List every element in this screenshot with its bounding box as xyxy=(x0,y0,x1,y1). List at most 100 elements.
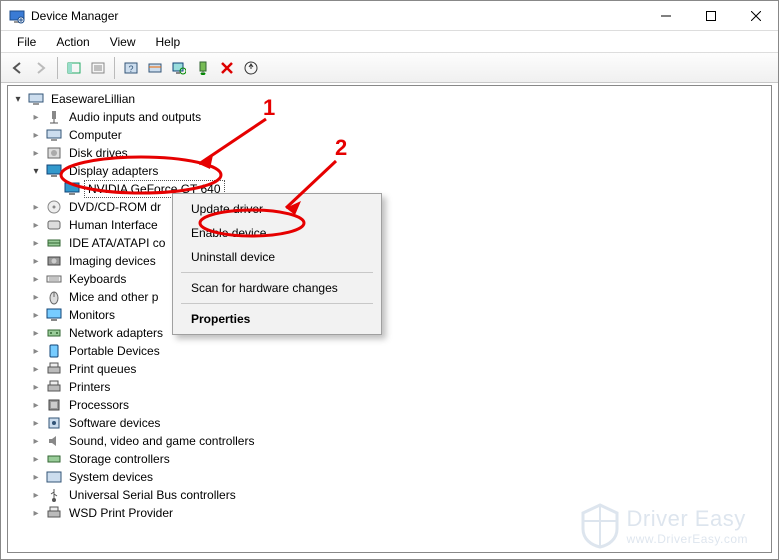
tree-device-selected[interactable]: NVIDIA GeForce GT 640 xyxy=(48,180,771,198)
ctx-enable-device[interactable]: Enable device xyxy=(173,221,381,245)
tree-category[interactable]: Mice and other p xyxy=(30,288,771,306)
expand-toggle-icon[interactable] xyxy=(30,111,42,123)
category-label: IDE ATA/ATAPI co xyxy=(66,235,168,251)
tree-category[interactable]: Portable Devices xyxy=(30,342,771,360)
expand-toggle-icon[interactable] xyxy=(30,237,42,249)
expand-toggle-icon[interactable] xyxy=(30,363,42,375)
enable-button[interactable] xyxy=(191,56,215,80)
category-label: Universal Serial Bus controllers xyxy=(66,487,239,503)
tree-category[interactable]: Keyboards xyxy=(30,270,771,288)
app-icon xyxy=(9,8,25,24)
update-driver-button[interactable] xyxy=(167,56,191,80)
show-hide-tree-button[interactable] xyxy=(62,56,86,80)
expand-toggle-icon[interactable] xyxy=(30,273,42,285)
menu-file[interactable]: File xyxy=(9,33,44,51)
forward-button[interactable] xyxy=(29,56,53,80)
computer-name-label: EasewareLillian xyxy=(48,91,138,107)
expand-toggle-icon[interactable] xyxy=(30,381,42,393)
menu-action[interactable]: Action xyxy=(48,33,97,51)
expand-toggle-icon[interactable] xyxy=(30,489,42,501)
expand-toggle-icon[interactable] xyxy=(30,255,42,267)
expand-toggle-icon[interactable] xyxy=(30,129,42,141)
usb-icon xyxy=(46,487,62,503)
tree-category[interactable]: Processors xyxy=(30,396,771,414)
expand-toggle-icon[interactable] xyxy=(30,345,42,357)
expand-toggle-icon[interactable] xyxy=(30,219,42,231)
expand-toggle-icon[interactable] xyxy=(30,399,42,411)
category-label: Display adapters xyxy=(66,163,161,179)
disk-icon xyxy=(46,145,62,161)
svg-text:?: ? xyxy=(128,64,133,74)
expand-toggle-icon[interactable] xyxy=(30,201,42,213)
tree-category[interactable]: Network adapters xyxy=(30,324,771,342)
expand-toggle-icon[interactable] xyxy=(30,309,42,321)
category-label: Disk drives xyxy=(66,145,131,161)
computer-icon xyxy=(46,127,62,143)
tree-category[interactable]: Universal Serial Bus controllers xyxy=(30,486,771,504)
monitor-refresh-icon xyxy=(172,61,186,75)
expand-toggle-icon[interactable] xyxy=(30,165,42,177)
wsd-icon xyxy=(46,505,62,521)
tree-root-computer[interactable]: EasewareLillian xyxy=(12,90,771,108)
system-icon xyxy=(46,469,62,485)
category-label: Monitors xyxy=(66,307,118,323)
tree-category[interactable]: Sound, video and game controllers xyxy=(30,432,771,450)
ctx-separator xyxy=(181,303,373,304)
tree-category[interactable]: Imaging devices xyxy=(30,252,771,270)
properties-button[interactable] xyxy=(86,56,110,80)
expand-toggle-icon[interactable] xyxy=(30,417,42,429)
portable-icon xyxy=(46,343,62,359)
dvd-icon xyxy=(46,199,62,215)
menu-help[interactable]: Help xyxy=(148,33,189,51)
uninstall-button[interactable] xyxy=(215,56,239,80)
expand-toggle-icon[interactable] xyxy=(30,291,42,303)
tree-category[interactable]: System devices xyxy=(30,468,771,486)
monitor-icon xyxy=(46,307,62,323)
maximize-button[interactable] xyxy=(688,1,733,30)
scan-hardware-button[interactable] xyxy=(239,56,263,80)
close-button[interactable] xyxy=(733,1,778,30)
printer-icon xyxy=(46,379,62,395)
help-button[interactable]: ? xyxy=(119,56,143,80)
toolbar-separator xyxy=(114,57,115,79)
tree-category[interactable]: Printers xyxy=(30,378,771,396)
tree-category[interactable]: Storage controllers xyxy=(30,450,771,468)
tree-category[interactable]: Audio inputs and outputs xyxy=(30,108,771,126)
expand-toggle-icon[interactable] xyxy=(30,453,42,465)
arrow-left-icon xyxy=(10,61,24,75)
tree-category[interactable]: Display adapters xyxy=(30,162,771,180)
back-button[interactable] xyxy=(5,56,29,80)
expand-toggle-icon[interactable] xyxy=(30,147,42,159)
ctx-separator xyxy=(181,272,373,273)
expand-toggle-icon[interactable] xyxy=(30,327,42,339)
tree-category[interactable]: Disk drives xyxy=(30,144,771,162)
ctx-properties[interactable]: Properties xyxy=(173,307,381,331)
tree-category[interactable]: Monitors xyxy=(30,306,771,324)
menu-view[interactable]: View xyxy=(102,33,144,51)
tree-category[interactable]: Human Interface xyxy=(30,216,771,234)
tree-category[interactable]: DVD/CD-ROM dr xyxy=(30,198,771,216)
tree-category[interactable]: Software devices xyxy=(30,414,771,432)
category-label: Mice and other p xyxy=(66,289,161,305)
close-icon xyxy=(751,11,761,21)
expand-toggle-icon[interactable] xyxy=(30,471,42,483)
category-label: Portable Devices xyxy=(66,343,163,359)
ctx-update-driver[interactable]: Update driver xyxy=(173,197,381,221)
tree-category[interactable]: Computer xyxy=(30,126,771,144)
scan-circle-icon xyxy=(244,61,258,75)
scan-button[interactable] xyxy=(143,56,167,80)
watermark-logo-icon xyxy=(579,503,621,549)
printq-icon xyxy=(46,361,62,377)
expand-toggle-icon[interactable] xyxy=(30,435,42,447)
expand-toggle-icon[interactable] xyxy=(12,93,24,105)
expand-toggle-icon[interactable] xyxy=(30,507,42,519)
mouse-icon xyxy=(46,289,62,305)
panel-icon xyxy=(67,61,81,75)
ctx-uninstall[interactable]: Uninstall device xyxy=(173,245,381,269)
ctx-scan[interactable]: Scan for hardware changes xyxy=(173,276,381,300)
tree-category[interactable]: Print queues xyxy=(30,360,771,378)
maximize-icon xyxy=(706,11,716,21)
tree-category[interactable]: IDE ATA/ATAPI co xyxy=(30,234,771,252)
category-label: Storage controllers xyxy=(66,451,173,467)
minimize-button[interactable] xyxy=(643,1,688,30)
